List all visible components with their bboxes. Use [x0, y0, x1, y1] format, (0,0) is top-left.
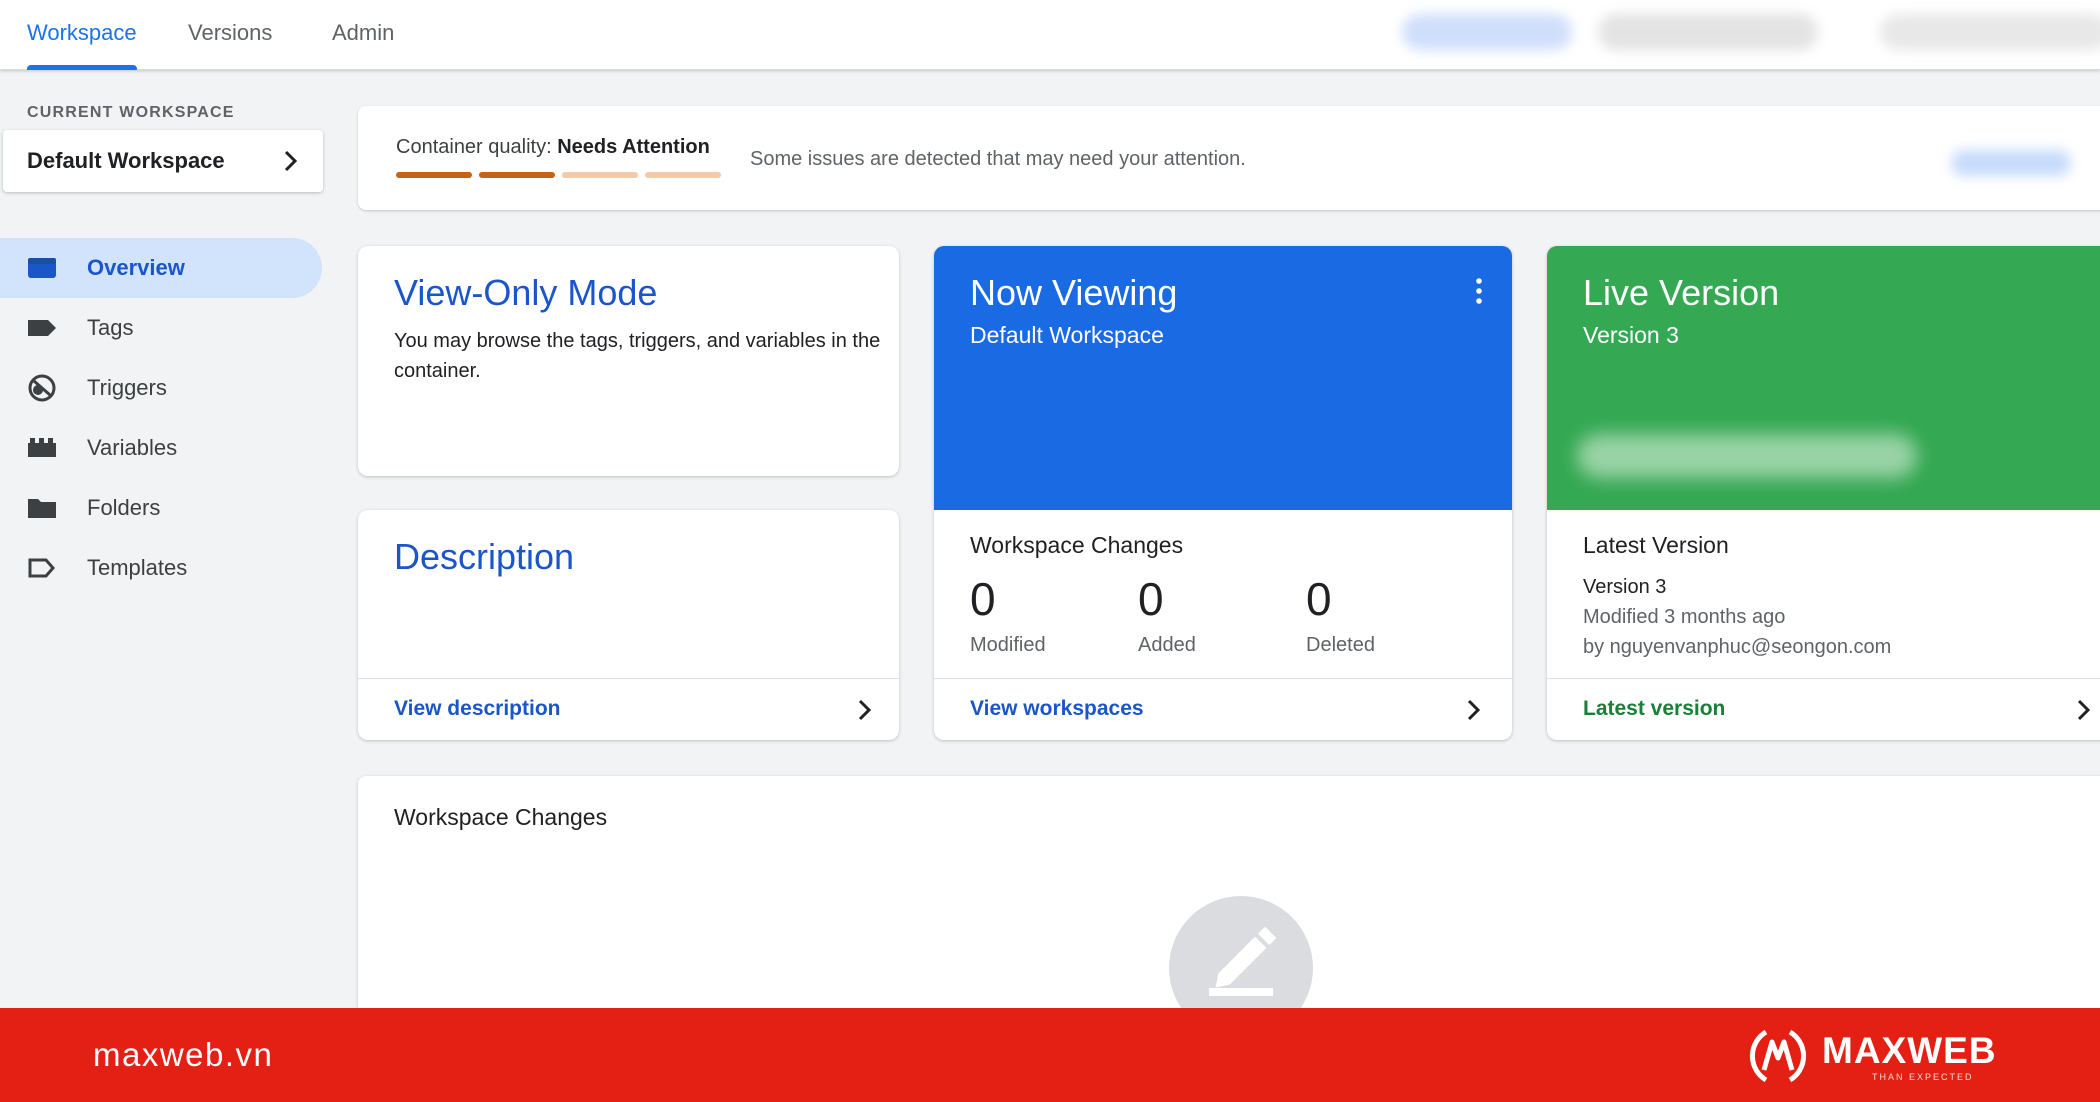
container-quality-message: Some issues are detected that may need y…: [750, 148, 1246, 170]
tab-versions[interactable]: Versions: [188, 0, 272, 70]
tag-icon: [28, 320, 56, 336]
sidebar-item-folders[interactable]: Folders: [0, 478, 322, 538]
blurred-account-info: [1402, 14, 1572, 50]
sidebar-item-label: Folders: [87, 495, 161, 520]
folder-icon: [28, 499, 56, 518]
trigger-icon: [28, 374, 56, 402]
sidebar-item-label: Tags: [87, 315, 134, 340]
sidebar-item-overview[interactable]: Overview: [0, 238, 322, 298]
live-version-header: Live Version Version 3: [1547, 246, 2100, 510]
added-label: Added: [1138, 634, 1196, 656]
sidebar-item-label: Templates: [87, 555, 188, 580]
brand-website[interactable]: maxweb.vn: [93, 1008, 273, 1102]
chevron-right-icon: [858, 699, 872, 721]
top-navigation-bar: Workspace Versions Admin: [0, 0, 2100, 70]
latest-version-author: by nguyenvanphuc@seongon.com: [1583, 636, 1892, 658]
added-count: 0: [1138, 573, 1164, 625]
container-quality-title: Container quality: Needs Attention: [396, 136, 710, 159]
variables-icon: [28, 438, 56, 457]
current-workspace-label: CURRENT WORKSPACE: [27, 104, 235, 121]
workspace-changes-title: Workspace Changes: [394, 804, 608, 830]
view-workspaces-footer[interactable]: View workspaces: [934, 678, 1512, 740]
container-quality-banner: Container quality: Needs Attention Some …: [358, 106, 2100, 210]
quality-meter-segment: [479, 172, 555, 178]
tab-workspace[interactable]: Workspace: [27, 0, 137, 70]
quality-meter-segment: [645, 172, 721, 178]
view-only-text: You may browse the tags, triggers, and v…: [394, 330, 881, 382]
sidebar-item-label: Overview: [87, 255, 185, 280]
sidebar-item-variables[interactable]: Variables: [0, 418, 322, 478]
latest-version-footer[interactable]: Latest version: [1547, 678, 2100, 740]
sidebar-item-label: Variables: [87, 435, 178, 460]
chevron-right-icon: [284, 150, 298, 172]
now-viewing-workspace: Default Workspace: [970, 322, 1164, 348]
latest-version-number: Version 3: [1583, 576, 1667, 598]
blurred-container-info: [1598, 14, 1818, 50]
now-viewing-title: Now Viewing: [970, 272, 1178, 313]
live-version-card: Live Version Version 3 Latest Version Ve…: [1547, 246, 2100, 740]
template-icon: [28, 558, 55, 578]
deleted-label: Deleted: [1306, 634, 1375, 656]
blurred-details-link[interactable]: [1951, 150, 2071, 176]
container-quality-status: Needs Attention: [557, 136, 710, 158]
sidebar-item-tags[interactable]: Tags: [0, 298, 322, 358]
brand-name: MAXWEB: [1822, 1030, 1997, 1071]
latest-version-heading: Latest Version: [1583, 532, 1729, 558]
workspace-name: Default Workspace: [27, 148, 225, 173]
blurred-publish-info: [1577, 434, 1917, 478]
sidebar-item-label: Triggers: [87, 375, 167, 400]
deleted-count: 0: [1306, 573, 1332, 625]
more-options-icon[interactable]: [1474, 278, 1484, 304]
view-description-footer[interactable]: View description: [358, 678, 899, 740]
modified-label: Modified: [970, 634, 1046, 656]
sidebar-item-triggers[interactable]: Triggers: [0, 358, 322, 418]
view-only-title: View-Only Mode: [394, 272, 658, 313]
now-viewing-card: Now Viewing Default Workspace Workspace …: [934, 246, 1512, 740]
view-workspaces-link[interactable]: View workspaces: [970, 679, 1144, 739]
container-quality-label: Container quality:: [396, 136, 552, 158]
now-viewing-header: Now Viewing Default Workspace: [934, 246, 1512, 510]
view-description-link[interactable]: View description: [394, 679, 561, 739]
live-version-title: Live Version: [1583, 272, 1780, 313]
description-card: Description View description: [358, 510, 899, 740]
live-version-number: Version 3: [1583, 322, 1679, 348]
maxweb-logo-icon: [1749, 1029, 1807, 1083]
latest-version-link[interactable]: Latest version: [1583, 679, 1725, 739]
view-only-mode-card: View-Only Mode You may browse the tags, …: [358, 246, 899, 476]
quality-meter-segment: [562, 172, 638, 178]
brand-footer-bar: maxweb.vn MAXWEB THAN EXPECTED: [0, 1008, 2100, 1102]
overview-icon: [28, 258, 56, 278]
brand-tagline: THAN EXPECTED: [1872, 1072, 1974, 1082]
blurred-action-buttons: [1880, 14, 2100, 50]
tab-admin[interactable]: Admin: [332, 0, 394, 70]
description-title: Description: [394, 536, 575, 577]
workspace-selector[interactable]: Default Workspace: [3, 130, 323, 192]
chevron-right-icon: [1467, 699, 1481, 721]
chevron-right-icon: [2077, 699, 2091, 721]
quality-meter-segment: [396, 172, 472, 178]
sidebar-item-templates[interactable]: Templates: [0, 538, 322, 598]
modified-count: 0: [970, 573, 996, 625]
latest-version-modified: Modified 3 months ago: [1583, 606, 1786, 628]
workspace-changes-heading: Workspace Changes: [970, 532, 1184, 558]
